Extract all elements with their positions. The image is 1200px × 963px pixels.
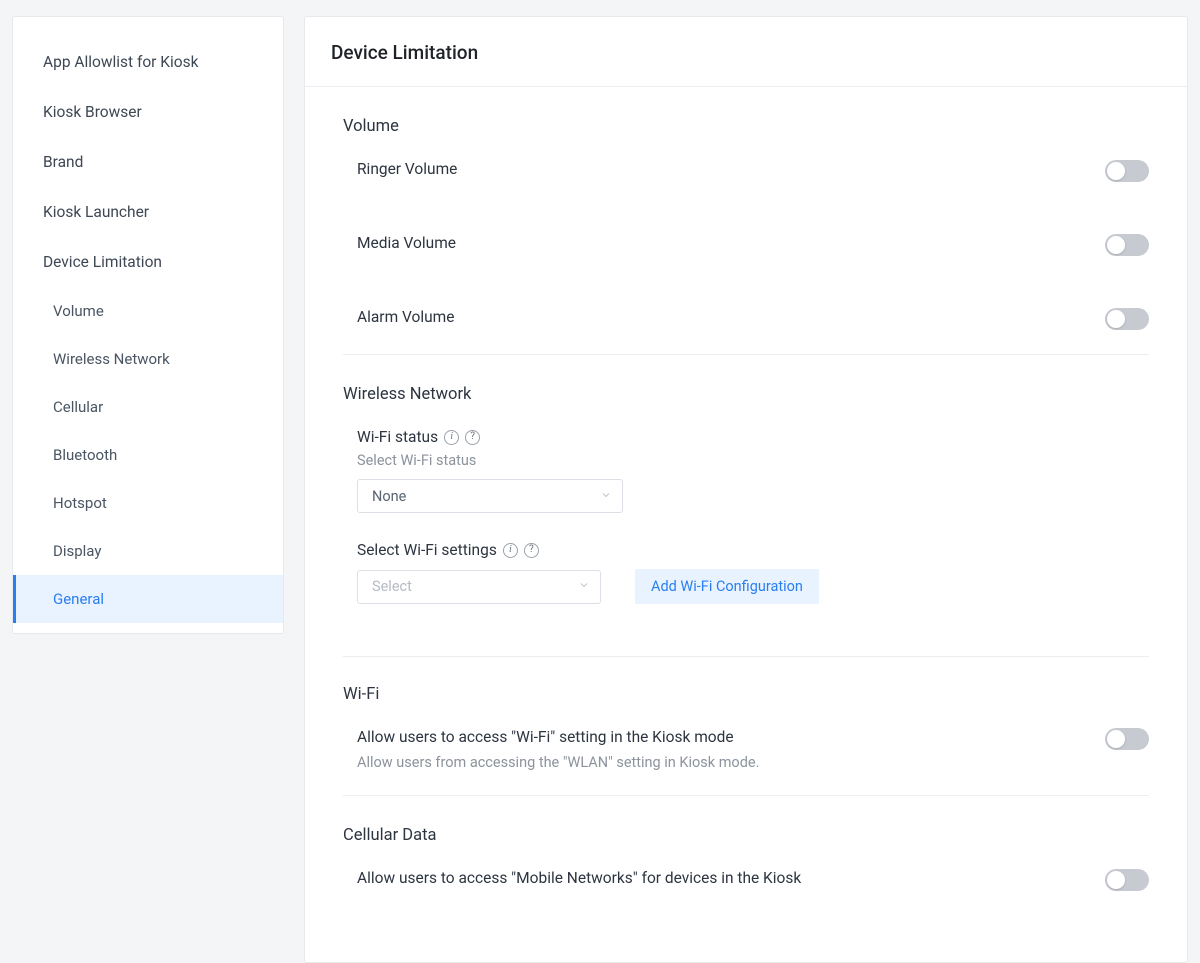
sidebar: App Allowlist for Kiosk Kiosk Browser Br… (12, 16, 284, 634)
help-icon[interactable] (524, 543, 539, 558)
main-panel: Device Limitation Volume Ringer Volume M… (304, 16, 1188, 963)
toggle-media-volume[interactable] (1105, 234, 1149, 256)
row-wifi-access: Allow users to access "Wi-Fi" setting in… (343, 712, 1149, 771)
label-media-volume: Media Volume (357, 234, 1105, 252)
select-wifi-settings[interactable]: Select (357, 570, 601, 604)
section-title-cellular: Cellular Data (343, 826, 1149, 845)
sidebar-item-brand[interactable]: Brand (13, 137, 283, 187)
toggle-alarm-volume[interactable] (1105, 308, 1149, 330)
page-title: Device Limitation (331, 41, 1161, 64)
select-wifi-status[interactable]: None (357, 479, 623, 513)
sidebar-sub-bluetooth[interactable]: Bluetooth (13, 431, 283, 479)
section-title-volume: Volume (343, 117, 1149, 136)
chevron-down-icon (578, 578, 590, 595)
row-cellular-access: Allow users to access "Mobile Networks" … (343, 853, 1149, 891)
section-wireless-network: Wireless Network Wi-Fi status Select Wi-… (343, 355, 1149, 628)
label-wifi-access: Allow users to access "Wi-Fi" setting in… (357, 728, 1105, 746)
help-icon[interactable] (465, 430, 480, 445)
sidebar-sub-hotspot[interactable]: Hotspot (13, 479, 283, 527)
label-cellular-access: Allow users to access "Mobile Networks" … (357, 869, 1105, 887)
row-media-volume: Media Volume (343, 218, 1149, 256)
chevron-down-icon (600, 488, 612, 505)
select-wifi-status-value: None (372, 488, 406, 505)
sidebar-item-app-allowlist[interactable]: App Allowlist for Kiosk (13, 37, 283, 87)
select-wifi-settings-placeholder: Select (372, 578, 412, 595)
sidebar-sub-general[interactable]: General (13, 575, 283, 623)
hint-wifi-status: Select Wi-Fi status (357, 452, 1149, 469)
add-wifi-config-link[interactable]: Add Wi-Fi Configuration (635, 569, 819, 604)
sidebar-item-kiosk-browser[interactable]: Kiosk Browser (13, 87, 283, 137)
toggle-wifi-access[interactable] (1105, 728, 1149, 750)
section-title-wifi: Wi-Fi (343, 685, 1149, 704)
section-title-wireless: Wireless Network (343, 385, 1149, 404)
section-cellular-data: Cellular Data Allow users to access "Mob… (343, 796, 1149, 891)
label-wifi-status: Wi-Fi status (357, 428, 438, 446)
sidebar-item-kiosk-launcher[interactable]: Kiosk Launcher (13, 187, 283, 237)
section-wifi: Wi-Fi Allow users to access "Wi-Fi" sett… (343, 656, 1149, 796)
sidebar-sub-cellular[interactable]: Cellular (13, 383, 283, 431)
label-ringer-volume: Ringer Volume (357, 160, 1105, 178)
sidebar-item-device-limitation[interactable]: Device Limitation (13, 237, 283, 287)
row-ringer-volume: Ringer Volume (343, 144, 1149, 182)
field-wifi-settings: Select Wi-Fi settings Select Add Wi-Fi C… (343, 513, 1149, 604)
sidebar-sub-display[interactable]: Display (13, 527, 283, 575)
info-icon[interactable] (503, 543, 518, 558)
info-icon[interactable] (444, 430, 459, 445)
main-header: Device Limitation (305, 17, 1187, 87)
label-alarm-volume: Alarm Volume (357, 308, 1105, 326)
sidebar-sub-volume[interactable]: Volume (13, 287, 283, 335)
label-wifi-settings: Select Wi-Fi settings (357, 541, 497, 559)
field-wifi-status: Wi-Fi status Select Wi-Fi status None (343, 412, 1149, 513)
desc-wifi-access: Allow users from accessing the "WLAN" se… (357, 754, 1105, 771)
toggle-cellular-access[interactable] (1105, 869, 1149, 891)
sidebar-sub-wireless-network[interactable]: Wireless Network (13, 335, 283, 383)
row-alarm-volume: Alarm Volume (343, 292, 1149, 330)
section-volume: Volume Ringer Volume Media Volume Alarm … (343, 87, 1149, 355)
toggle-ringer-volume[interactable] (1105, 160, 1149, 182)
